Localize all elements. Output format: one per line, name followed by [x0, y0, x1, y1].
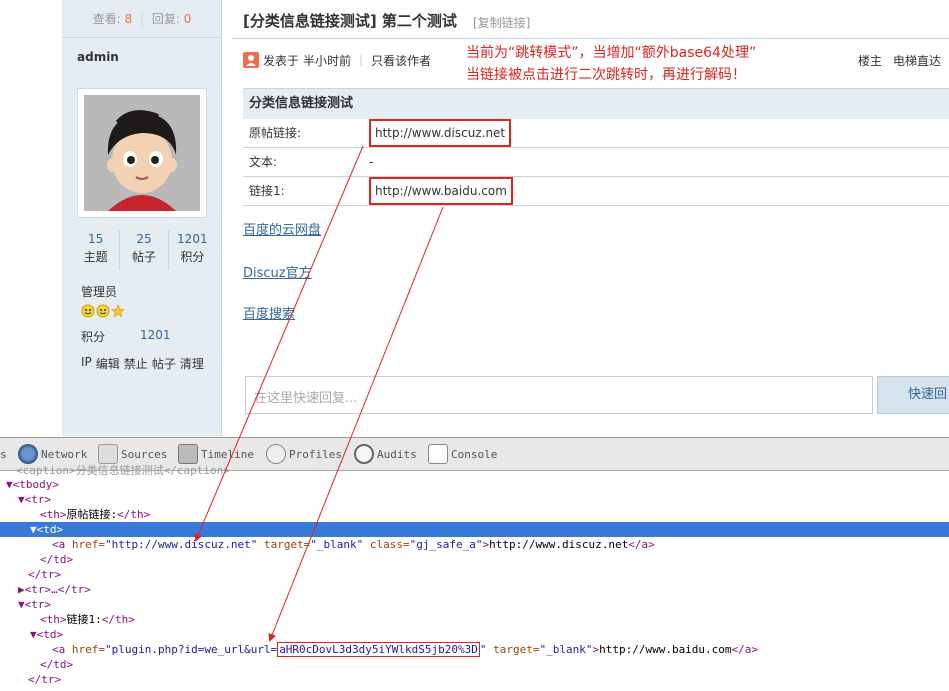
- arrow-baidu: [268, 206, 444, 642]
- arrow-discuz: [194, 145, 364, 542]
- annotation-arrows: [194, 145, 444, 642]
- screenshot-root: 查看: 8 | 回复: 0 admin 15 主题 25 帖子 1201 积分 …: [0, 0, 949, 691]
